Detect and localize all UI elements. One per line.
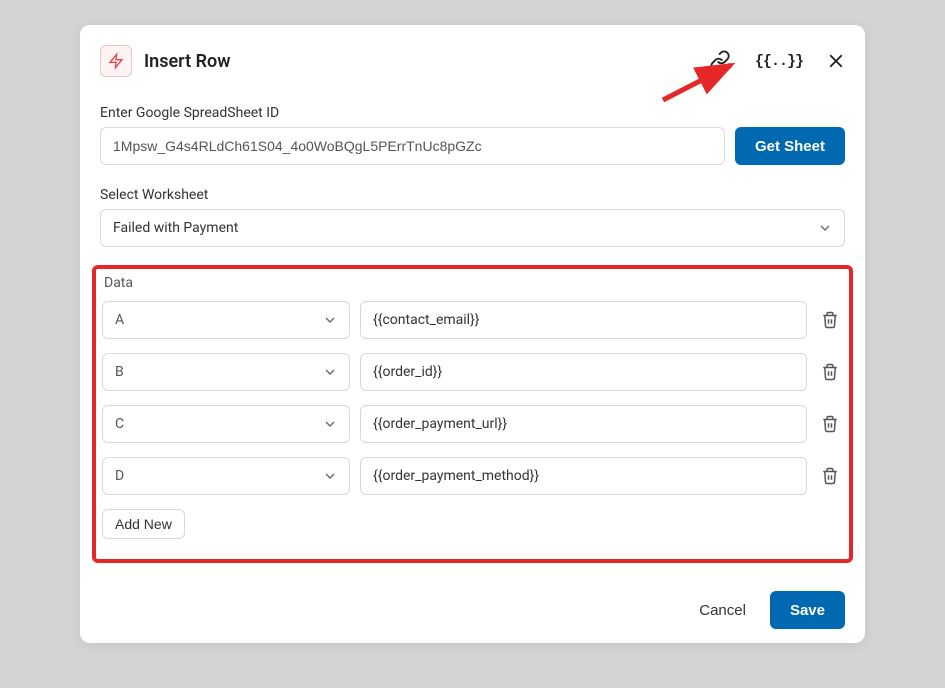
delete-row-button[interactable]	[817, 311, 843, 329]
braces-icon: {{..}}	[755, 53, 803, 70]
delete-row-button[interactable]	[817, 363, 843, 381]
link-icon	[709, 50, 731, 72]
data-row: B {{order_id}}	[102, 353, 843, 391]
delete-row-button[interactable]	[817, 415, 843, 433]
close-icon	[827, 52, 845, 70]
worksheet-field: Select Worksheet Failed with Payment	[100, 187, 845, 247]
column-select[interactable]: B	[102, 353, 350, 391]
column-select[interactable]: A	[102, 301, 350, 339]
trash-icon	[821, 467, 839, 485]
add-new-button[interactable]: Add New	[102, 509, 185, 539]
delete-row-button[interactable]	[817, 467, 843, 485]
trash-icon	[821, 311, 839, 329]
data-row: C {{order_payment_url}}	[102, 405, 843, 443]
modal-footer: Cancel Save	[100, 591, 845, 629]
value-input[interactable]: {{contact_email}}	[360, 301, 807, 339]
data-row: A {{contact_email}}	[102, 301, 843, 339]
close-button[interactable]	[827, 52, 845, 70]
save-button[interactable]: Save	[770, 591, 845, 629]
spreadsheet-id-input[interactable]	[100, 127, 725, 165]
insert-row-modal: Insert Row {{..}}	[80, 25, 865, 643]
get-sheet-button[interactable]: Get Sheet	[735, 127, 845, 165]
value-input[interactable]: {{order_id}}	[360, 353, 807, 391]
value-input[interactable]: {{order_payment_url}}	[360, 405, 807, 443]
link-button[interactable]	[709, 50, 731, 72]
spreadsheet-id-field: Enter Google SpreadSheet ID Get Sheet	[100, 105, 845, 165]
worksheet-select[interactable]: Failed with Payment	[100, 209, 845, 247]
spreadsheet-id-label: Enter Google SpreadSheet ID	[100, 105, 845, 121]
value-input[interactable]: {{order_payment_method}}	[360, 457, 807, 495]
worksheet-label: Select Worksheet	[100, 187, 845, 203]
data-section: Data A {{contact_email}} B {{order_id}}	[92, 265, 853, 563]
worksheet-value: Failed with Payment	[113, 220, 238, 236]
modal-header: Insert Row {{..}}	[100, 45, 845, 77]
data-label: Data	[104, 275, 843, 291]
trash-icon	[821, 363, 839, 381]
data-row: D {{order_payment_method}}	[102, 457, 843, 495]
column-select[interactable]: D	[102, 457, 350, 495]
bolt-icon	[108, 52, 124, 70]
column-select[interactable]: C	[102, 405, 350, 443]
modal-title: Insert Row	[144, 51, 697, 72]
trash-icon	[821, 415, 839, 433]
cancel-button[interactable]: Cancel	[699, 602, 746, 619]
action-icon-box	[100, 45, 132, 77]
template-tags-button[interactable]: {{..}}	[755, 53, 803, 70]
